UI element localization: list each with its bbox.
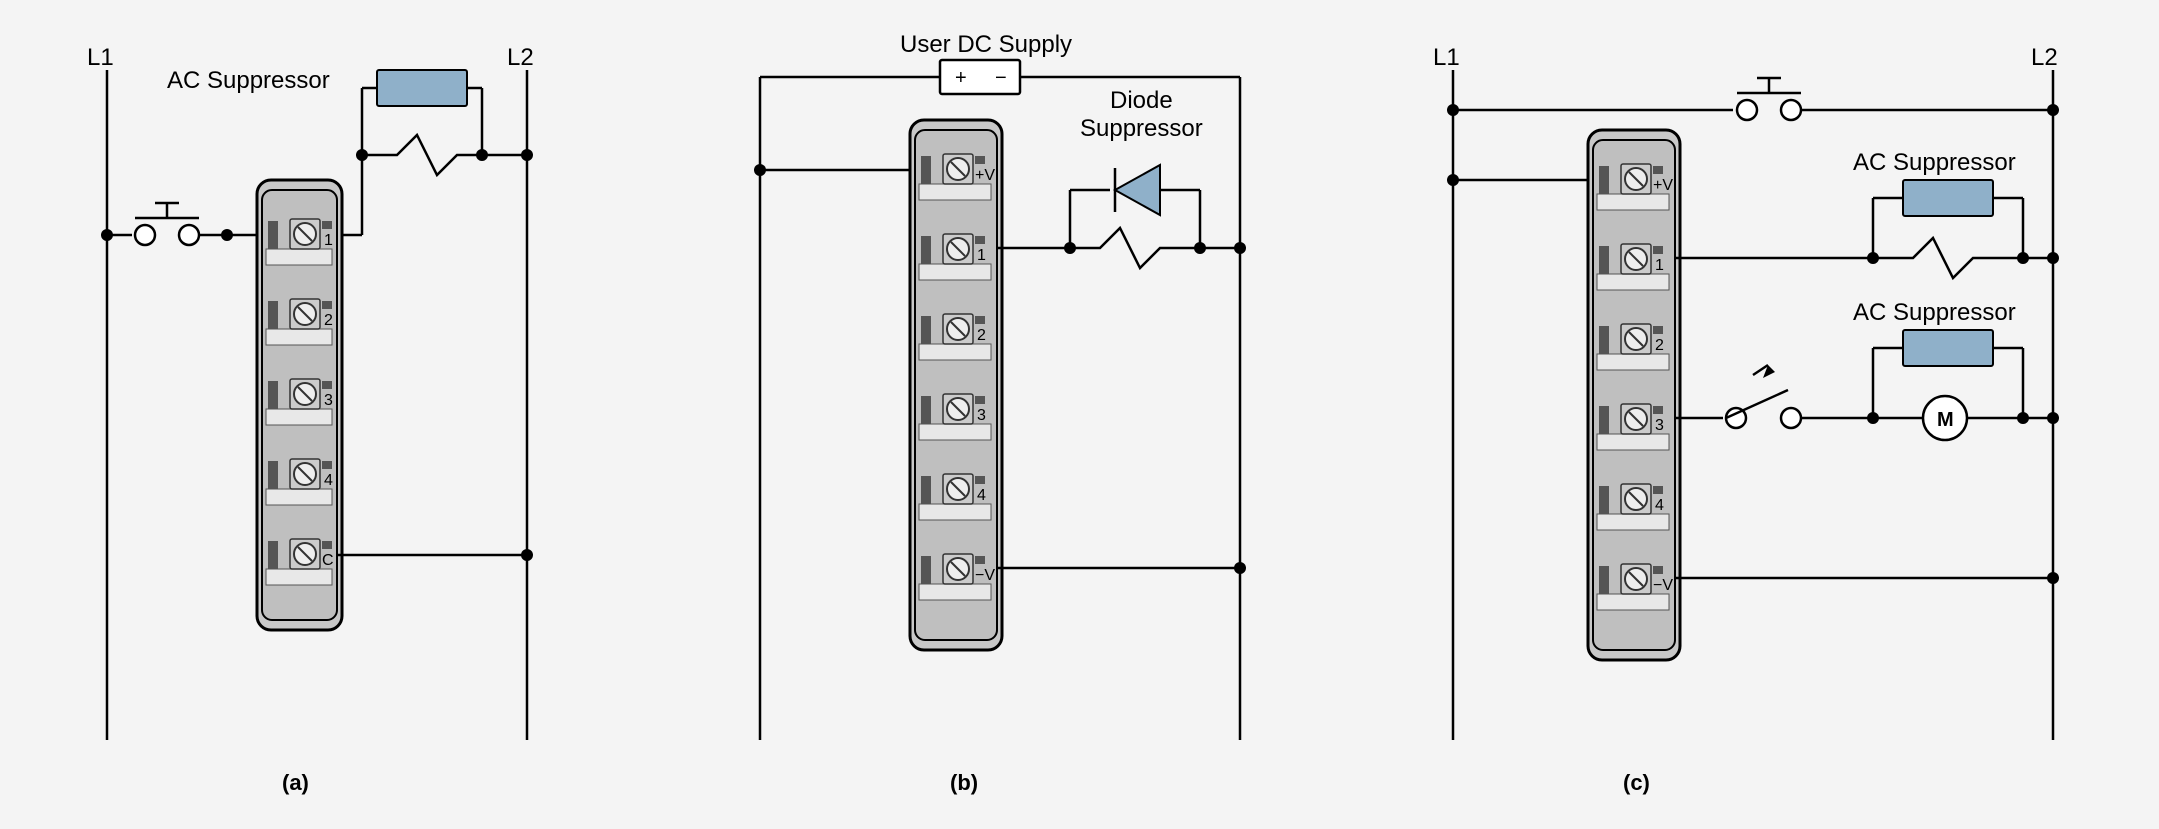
- diode-label-1: Diode: [1110, 87, 1173, 114]
- dc-supply-label: User DC Supply: [900, 31, 1072, 58]
- diagram-a: L1 L2 AC Suppressor: [87, 20, 567, 805]
- svg-text:C: C: [322, 552, 334, 569]
- caption-c: (c): [1623, 770, 1650, 795]
- svg-text:4: 4: [324, 472, 333, 489]
- terminal-block-b: +V 1 2 3: [910, 120, 1002, 650]
- suppressor-icon-1: [1903, 180, 1993, 216]
- svg-text:+V: +V: [975, 167, 995, 184]
- svg-text:+: +: [955, 67, 967, 89]
- diode-icon: [1115, 165, 1160, 215]
- caption-a: (a): [282, 770, 309, 795]
- ac-suppressor-label: AC Suppressor: [167, 67, 330, 94]
- diode-label-2: Suppressor: [1080, 115, 1203, 142]
- svg-text:1: 1: [324, 232, 333, 249]
- svg-text:3: 3: [1655, 417, 1664, 434]
- l1-label-c: L1: [1433, 44, 1460, 71]
- svg-text:−V: −V: [975, 567, 995, 584]
- caption-b: (b): [950, 770, 978, 795]
- diagram-b: User DC Supply + − Diode Suppressor +V: [740, 20, 1260, 805]
- ac-supp-1: AC Suppressor: [1853, 149, 2016, 176]
- svg-text:3: 3: [977, 407, 986, 424]
- svg-text:4: 4: [1655, 497, 1664, 514]
- svg-text:+V: +V: [1653, 177, 1673, 194]
- l2-label-c: L2: [2031, 44, 2058, 71]
- svg-text:2: 2: [324, 312, 333, 329]
- svg-text:−: −: [995, 67, 1007, 89]
- l2-label: L2: [507, 44, 534, 71]
- ac-supp-2: AC Suppressor: [1853, 299, 2016, 326]
- suppressor-icon-2: [1903, 330, 1993, 366]
- diagram-c: L1 L2 +V 1: [1433, 20, 2073, 805]
- svg-text:−V: −V: [1653, 577, 1673, 594]
- dc-supply-icon: [940, 60, 1020, 94]
- svg-text:4: 4: [977, 487, 986, 504]
- terminal-block-c: +V 1 2 3: [1588, 130, 1680, 660]
- svg-text:2: 2: [1655, 337, 1664, 354]
- svg-text:1: 1: [977, 247, 986, 264]
- suppressor-icon: [377, 70, 467, 106]
- terminal-block: 1 2 3: [257, 180, 342, 630]
- svg-text:1: 1: [1655, 257, 1664, 274]
- svg-text:M: M: [1937, 409, 1954, 431]
- svg-text:2: 2: [977, 327, 986, 344]
- l1-label: L1: [87, 44, 114, 71]
- svg-text:3: 3: [324, 392, 333, 409]
